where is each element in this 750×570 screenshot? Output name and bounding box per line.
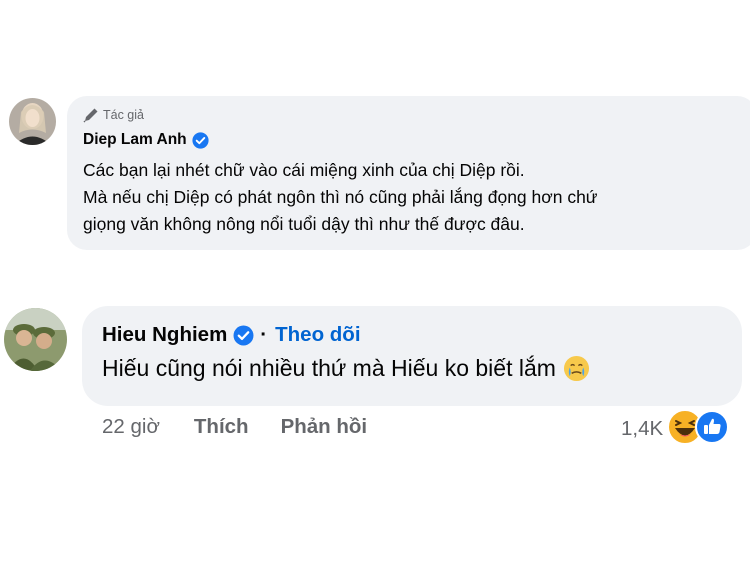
separator-dot: ·	[260, 323, 268, 346]
reply-author-name[interactable]: Hieu Nghiem	[102, 323, 227, 347]
verified-badge-icon	[233, 325, 254, 345]
comment-line: Các bạn lại nhét chữ vào cái miệng xinh …	[83, 160, 525, 180]
tearful-face-icon	[563, 355, 589, 382]
like-button[interactable]: Thích	[194, 415, 249, 439]
pen-icon	[83, 108, 98, 123]
verified-badge-icon	[192, 131, 209, 149]
reaction-summary[interactable]: 1,4K	[621, 409, 730, 445]
follow-button[interactable]: Theo dõi	[275, 323, 360, 347]
comment-line: Mà nếu chị Diệp có phát ngôn thì nó cũng…	[83, 187, 598, 207]
reply-author-line: Hieu Nghiem · Theo dõi	[102, 323, 361, 347]
reply-avatar[interactable]	[4, 308, 67, 371]
author-comment-text: Các bạn lại nhét chữ vào cái miệng xinh …	[83, 157, 598, 238]
reply-timestamp[interactable]: 22 giờ	[102, 415, 160, 439]
reaction-count[interactable]: 1,4K	[621, 417, 663, 441]
reply-text: Hiếu cũng nói nhiều thứ mà Hiếu ko biết …	[102, 355, 590, 382]
reply-actions: 22 giờ Thích Phản hồi	[102, 415, 399, 439]
author-name[interactable]: Diep Lam Anh	[83, 131, 209, 149]
author-avatar[interactable]	[9, 98, 56, 145]
reply-button[interactable]: Phản hồi	[281, 415, 368, 439]
author-name-text[interactable]: Diep Lam Anh	[83, 131, 187, 149]
reply-text-content: Hiếu cũng nói nhiều thứ mà Hiếu ko biết …	[102, 355, 556, 381]
like-reaction-icon	[695, 410, 730, 444]
author-tag-label: Tác giả	[103, 108, 144, 122]
author-tag: Tác giả	[83, 107, 144, 123]
comment-line: giọng văn không nông nổi tuổi dậy thì nh…	[83, 214, 525, 234]
